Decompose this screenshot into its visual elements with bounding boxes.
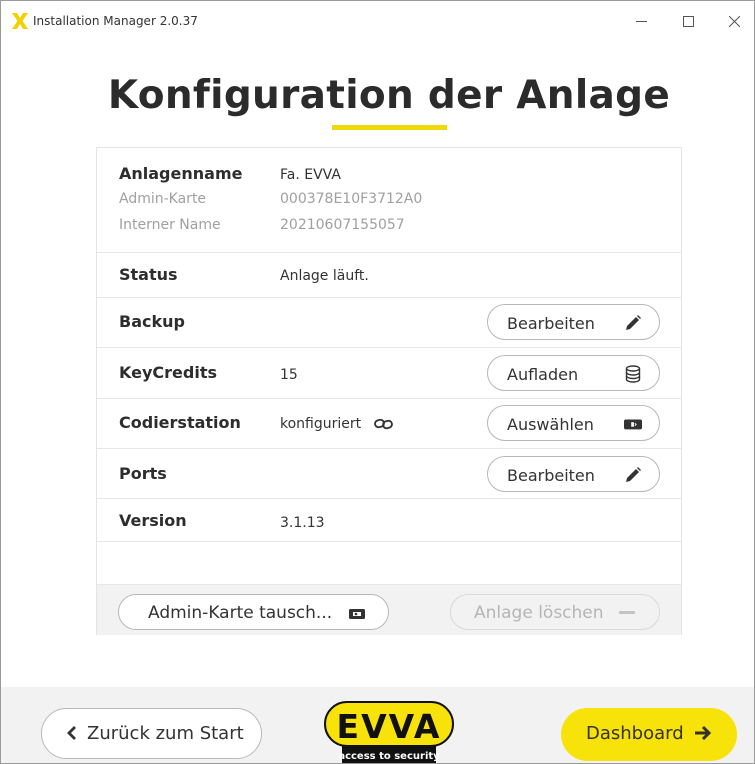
status-label: Status xyxy=(119,265,178,284)
internal-name-label: Interner Name xyxy=(119,217,221,233)
pencil-icon xyxy=(624,466,642,484)
status-row: Status Anlage läuft. xyxy=(97,253,681,298)
swap-admin-card-label: Admin-Karte tausch... xyxy=(148,603,333,623)
keycredits-topup-label: Aufladen xyxy=(507,365,579,384)
back-to-start-button[interactable]: Zurück zum Start xyxy=(41,708,262,759)
backup-row: Backup Bearbeiten xyxy=(97,298,681,348)
arrow-right-icon xyxy=(695,725,712,741)
delete-plant-button[interactable]: Anlage löschen xyxy=(450,594,660,630)
svg-text:access to security: access to security xyxy=(338,751,440,762)
keycredits-label: KeyCredits xyxy=(119,363,217,382)
back-to-start-label: Zurück zum Start xyxy=(87,723,244,744)
pencil-icon xyxy=(624,314,642,332)
status-value: Anlage läuft. xyxy=(280,268,369,284)
minimize-button[interactable] xyxy=(618,5,664,37)
card-reader-icon xyxy=(624,415,642,433)
ports-edit-label: Bearbeiten xyxy=(507,466,595,485)
minimize-icon xyxy=(635,20,647,22)
delete-plant-label: Anlage löschen xyxy=(474,603,604,623)
admin-card-icon xyxy=(349,605,365,625)
codierstation-select-button[interactable]: Auswählen xyxy=(487,405,660,441)
codierstation-label: Codierstation xyxy=(119,413,241,432)
backup-edit-button[interactable]: Bearbeiten xyxy=(487,304,660,340)
panel-footer: Admin-Karte tausch... Anlage löschen xyxy=(97,584,681,635)
database-icon xyxy=(624,365,642,383)
title-bar: Installation Manager 2.0.37 xyxy=(1,1,754,39)
keycredits-topup-button[interactable]: Aufladen xyxy=(487,355,660,391)
plant-name-value: Fa. EVVA xyxy=(280,167,341,183)
title-underline xyxy=(332,125,447,130)
plant-name-label: Anlagenname xyxy=(119,164,243,183)
dashboard-label: Dashboard xyxy=(586,723,684,744)
version-label: Version xyxy=(119,511,187,530)
maximize-icon xyxy=(682,15,694,27)
app-window: Installation Manager 2.0.37 Konfiguratio… xyxy=(0,0,755,764)
ports-row: Ports Bearbeiten xyxy=(97,449,681,499)
internal-name-value: 20210607155057 xyxy=(280,217,405,233)
swap-admin-card-button[interactable]: Admin-Karte tausch... xyxy=(118,594,389,630)
backup-edit-label: Bearbeiten xyxy=(507,314,595,333)
version-row: Version 3.1.13 xyxy=(97,499,681,542)
app-logo-icon xyxy=(12,13,28,29)
keycredits-value: 15 xyxy=(280,367,298,383)
close-icon xyxy=(728,15,740,27)
bottom-bar: Zurück zum Start EVVA access to security… xyxy=(1,687,754,763)
minus-icon xyxy=(619,611,635,614)
version-value: 3.1.13 xyxy=(280,515,325,531)
keycredits-row: KeyCredits 15 Aufladen xyxy=(97,348,681,399)
configuration-panel: Anlagenname Fa. EVVA Admin-Karte 000378E… xyxy=(96,147,682,635)
codierstation-value: konfiguriert xyxy=(280,416,362,432)
dashboard-button[interactable]: Dashboard xyxy=(561,708,737,761)
codierstation-select-label: Auswählen xyxy=(507,415,594,434)
evva-logo: EVVA access to security xyxy=(324,701,454,763)
close-window-button[interactable] xyxy=(711,5,754,37)
plant-info-row: Anlagenname Fa. EVVA Admin-Karte 000378E… xyxy=(97,148,681,253)
link-icon xyxy=(373,418,393,430)
backup-label: Backup xyxy=(119,312,185,331)
maximize-button[interactable] xyxy=(665,5,711,37)
codierstation-row: Codierstation konfiguriert Auswählen xyxy=(97,399,681,449)
page-title: Konfiguration der Anlage xyxy=(107,73,671,118)
admin-card-label: Admin-Karte xyxy=(119,191,207,207)
svg-text:EVVA: EVVA xyxy=(337,707,442,746)
codierstation-status: konfiguriert xyxy=(280,416,394,432)
admin-card-value: 000378E10F3712A0 xyxy=(280,191,423,207)
ports-label: Ports xyxy=(119,464,167,483)
ports-edit-button[interactable]: Bearbeiten xyxy=(487,456,660,492)
chevron-left-icon xyxy=(67,726,76,740)
window-title: Installation Manager 2.0.37 xyxy=(33,14,198,28)
